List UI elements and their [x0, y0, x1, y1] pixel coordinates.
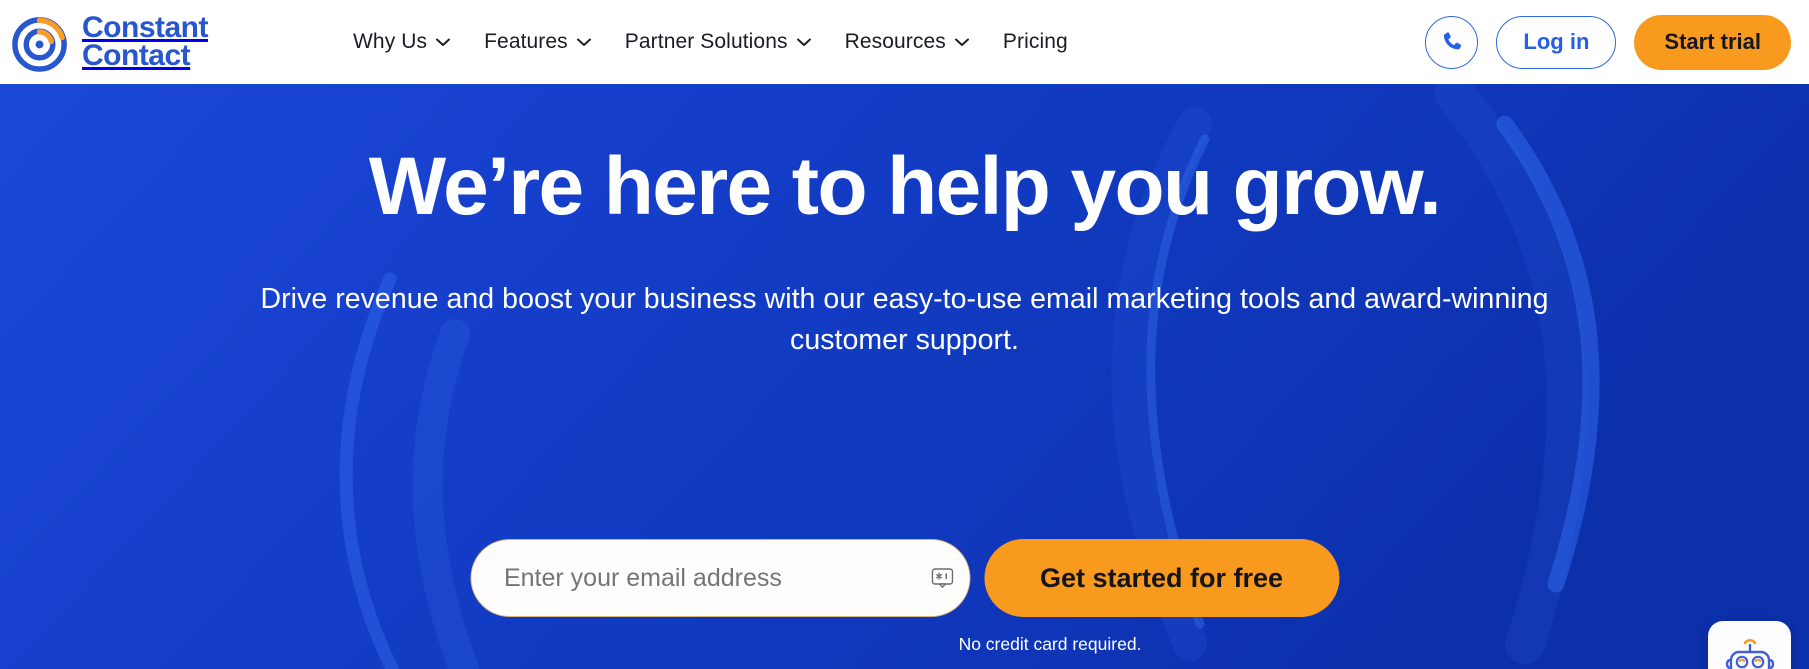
nav-item-resources[interactable]: Resources [845, 30, 969, 54]
phone-icon [1443, 32, 1462, 50]
nav-label: Pricing [1002, 30, 1068, 53]
hero-content: We’re here to help you grow. Drive reven… [0, 84, 1809, 669]
get-started-button[interactable]: Get started for free [983, 539, 1340, 617]
site-header: Constant Contact Why Us Features Partner… [0, 0, 1809, 84]
page-title: We’re here to help you grow. [368, 141, 1442, 232]
logo-wordmark: Constant Contact [82, 11, 209, 72]
nav-label: Partner Solutions [624, 30, 788, 53]
chevron-down-icon [954, 38, 969, 46]
primary-navigation: Why Us Features Partner Solutions Resour… [353, 30, 1068, 54]
logo-line-2: Contact [82, 39, 191, 72]
nav-item-why-us[interactable]: Why Us [353, 30, 451, 54]
login-label: Log in [1523, 29, 1590, 54]
logo-link[interactable]: Constant Contact [10, 11, 209, 74]
chatbot-robot-icon [1725, 638, 1774, 669]
no-credit-card-note: No credit card required. [958, 634, 1142, 654]
hero-subheadline: Drive revenue and boost your business wi… [260, 283, 1549, 356]
logo-line-1: Constant [82, 11, 209, 45]
email-input-wrapper[interactable] [469, 539, 970, 617]
nav-item-pricing[interactable]: Pricing [1003, 30, 1068, 54]
nav-label: Why Us [353, 30, 428, 53]
phone-button[interactable] [1425, 15, 1479, 69]
chevron-down-icon [796, 38, 811, 46]
nav-label: Features [484, 30, 568, 53]
nav-item-partner-solutions[interactable]: Partner Solutions [625, 30, 811, 54]
chevron-down-icon [436, 38, 451, 46]
login-button[interactable]: Log in [1496, 15, 1617, 69]
password-manager-icon[interactable] [931, 568, 953, 588]
nav-item-features[interactable]: Features [484, 30, 591, 54]
email-input[interactable] [470, 540, 969, 616]
signup-form: Get started for free [469, 539, 1340, 617]
chat-widget-button[interactable] [1708, 621, 1791, 669]
hero-section: We’re here to help you grow. Drive reven… [0, 84, 1809, 669]
constant-contact-logo-icon [12, 16, 67, 72]
nav-label: Resources [844, 30, 946, 53]
start-trial-label: Start trial [1664, 29, 1761, 54]
chevron-down-icon [576, 38, 591, 46]
header-actions: Log in Start trial [1425, 14, 1791, 70]
start-trial-button[interactable]: Start trial [1634, 14, 1791, 70]
